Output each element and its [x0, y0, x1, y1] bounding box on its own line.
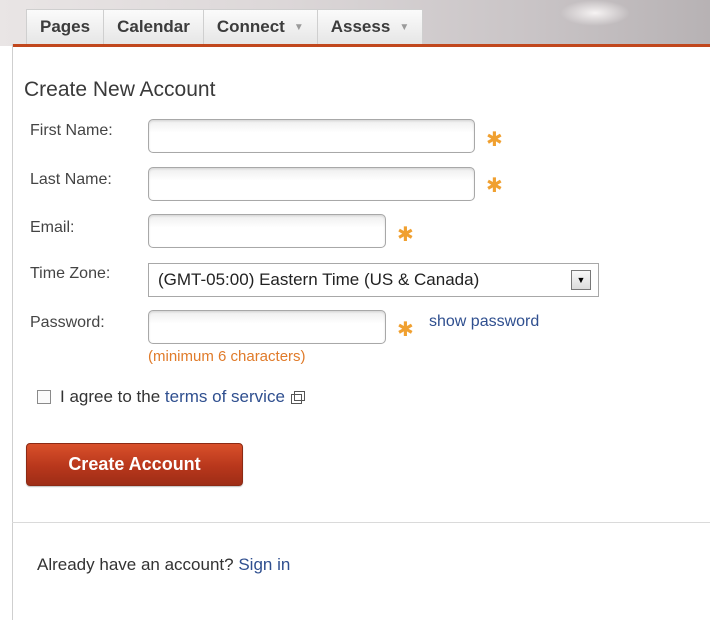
required-asterisk-icon: ✱ — [486, 175, 503, 197]
page-title: Create New Account — [24, 78, 216, 101]
content-left-border — [12, 44, 13, 620]
tab-calendar[interactable]: Calendar — [104, 10, 204, 44]
signin-prompt: Already have an account? — [37, 555, 234, 574]
page: Pages Calendar Connect ▼ Assess ▼ Create… — [0, 0, 710, 620]
external-link-icon — [290, 391, 305, 404]
terms-of-service-link[interactable]: terms of service — [165, 387, 285, 407]
password-label: Password: — [30, 314, 105, 331]
required-asterisk-icon: ✱ — [397, 319, 414, 341]
first-name-input[interactable] — [148, 119, 475, 153]
signin-row: Already have an account? Sign in — [37, 555, 290, 575]
password-hint: (minimum 6 characters) — [148, 348, 306, 365]
tab-assess[interactable]: Assess ▼ — [317, 10, 423, 44]
tab-label: Pages — [40, 17, 91, 36]
time-zone-label: Time Zone: — [30, 265, 111, 282]
banner-decoration — [560, 0, 630, 26]
email-input[interactable] — [148, 214, 386, 248]
time-zone-value: (GMT-05:00) Eastern Time (US & Canada) — [158, 270, 480, 289]
tab-label: Assess — [330, 17, 391, 36]
terms-row: I agree to the terms of service — [37, 387, 305, 407]
create-account-button[interactable]: Create Account — [26, 443, 243, 486]
nav-tabs: Pages Calendar Connect ▼ Assess ▼ — [26, 9, 424, 44]
required-asterisk-icon: ✱ — [486, 129, 503, 151]
last-name-input[interactable] — [148, 167, 475, 201]
tab-underline — [12, 44, 710, 47]
sign-in-link[interactable]: Sign in — [238, 555, 290, 574]
select-arrow-icon[interactable]: ▼ — [571, 270, 591, 290]
first-name-label: First Name: — [30, 122, 113, 139]
email-label: Email: — [30, 219, 75, 236]
required-asterisk-icon: ✱ — [397, 224, 414, 246]
divider — [12, 522, 710, 523]
tab-label: Calendar — [117, 17, 190, 36]
chevron-down-icon[interactable]: ▼ — [399, 22, 409, 33]
terms-checkbox[interactable] — [37, 390, 51, 404]
terms-prefix: I agree to the — [60, 387, 161, 406]
last-name-label: Last Name: — [30, 171, 112, 188]
tab-pages[interactable]: Pages — [27, 10, 105, 44]
password-input[interactable] — [148, 310, 386, 344]
tab-connect[interactable]: Connect ▼ — [203, 10, 318, 44]
show-password-link[interactable]: show password — [429, 313, 539, 331]
chevron-down-icon[interactable]: ▼ — [294, 22, 304, 33]
time-zone-select[interactable]: (GMT-05:00) Eastern Time (US & Canada) ▼ — [148, 263, 599, 297]
tab-label: Connect — [216, 17, 285, 36]
